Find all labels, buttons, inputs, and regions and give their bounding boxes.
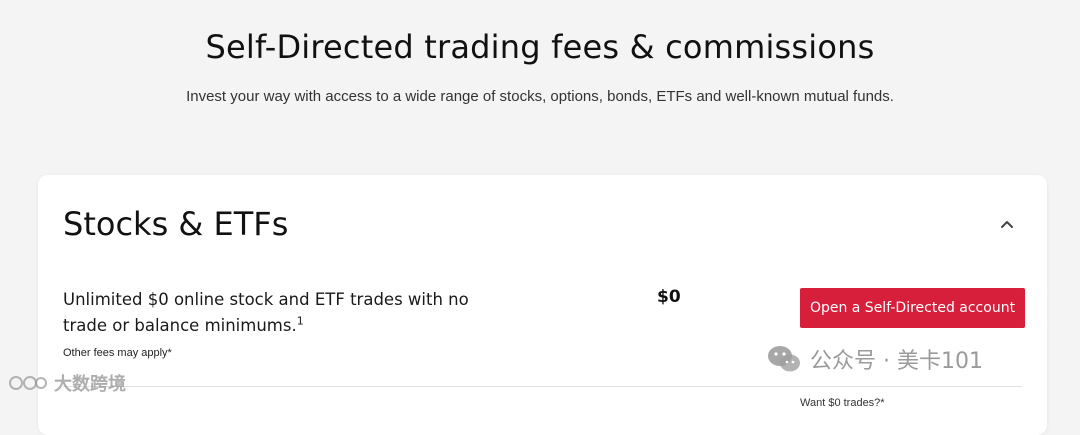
section-title: Stocks & ETFs: [63, 205, 289, 243]
collapse-toggle-button[interactable]: [997, 215, 1017, 235]
page-title: Self-Directed trading fees & commissions: [205, 28, 875, 66]
stocks-etfs-card: Stocks & ETFs Unlimited $0 online stock …: [38, 175, 1047, 435]
watermark-left-text: 大数跨境: [54, 374, 126, 395]
row-divider: [63, 386, 1022, 387]
fee-description: Unlimited $0 online stock and ETF trades…: [63, 287, 483, 339]
fee-note: Other fees may apply*: [63, 347, 172, 359]
open-account-button[interactable]: Open a Self-Directed account: [800, 288, 1025, 328]
watermark-right-text: 公众号 · 美卡101: [810, 349, 983, 374]
next-row-peek: Want $0 trades?*: [800, 397, 885, 409]
footnote-marker[interactable]: 1: [297, 315, 304, 328]
wechat-icon: [768, 346, 800, 372]
brand-logo-icon: [9, 376, 47, 390]
watermark-left: 大数跨境: [8, 368, 126, 398]
chevron-up-icon: [1001, 221, 1013, 228]
fee-price: $0: [657, 287, 681, 307]
page-subtitle: Invest your way with access to a wide ra…: [186, 88, 894, 105]
watermark-right: 公众号 · 美卡101: [766, 340, 983, 378]
fee-description-text: Unlimited $0 online stock and ETF trades…: [63, 290, 469, 335]
